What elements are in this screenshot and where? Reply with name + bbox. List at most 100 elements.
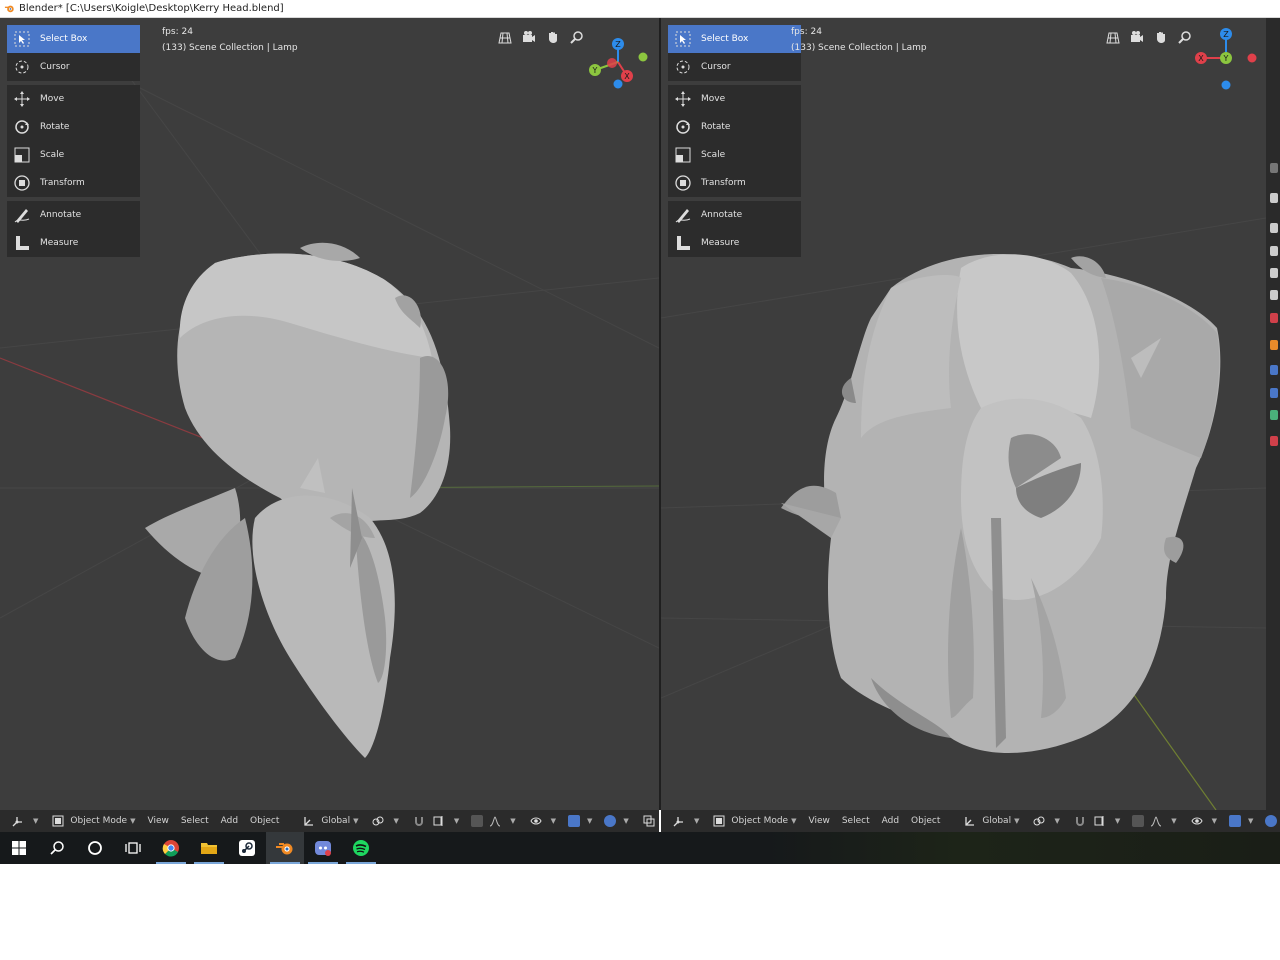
discord-icon[interactable] — [304, 832, 342, 864]
annotate-icon — [12, 205, 32, 225]
chrome-icon[interactable] — [152, 832, 190, 864]
head-model-right[interactable] — [781, 254, 1221, 753]
camera-icon[interactable] — [519, 27, 539, 47]
grid-view-icon[interactable] — [1103, 27, 1123, 47]
properties-strip[interactable] — [1266, 18, 1280, 810]
menu-view[interactable]: View — [808, 816, 829, 826]
axis-gizmo-right[interactable]: Z X Y — [1191, 24, 1261, 94]
proportional-edit[interactable]: ▼ — [1132, 814, 1177, 828]
viewport-header-right: ▼ Object Mode ▼ View Select Add Object Gl… — [661, 810, 1280, 832]
xray-icon — [641, 814, 657, 828]
select-box-icon — [12, 29, 32, 49]
scale-icon — [12, 145, 32, 165]
overlay-toggle[interactable]: ▼ — [604, 815, 629, 827]
viewport-left[interactable]: Select Box Cursor Move Rotate Scale Tran… — [0, 18, 659, 810]
snap-target-icon — [1092, 814, 1108, 828]
camera-icon[interactable] — [1127, 27, 1147, 47]
eye-icon — [1189, 814, 1205, 828]
falloff-icon — [487, 814, 503, 828]
search-icon[interactable] — [38, 832, 76, 864]
window-title: Blender* [C:\Users\Koigle\Desktop\Kerry … — [19, 3, 284, 14]
proportional-edit[interactable]: ▼ — [471, 814, 516, 828]
mode-dropdown[interactable]: Object Mode ▼ — [711, 814, 796, 828]
axis-y-label: Y — [592, 66, 598, 75]
visibility-dropdown[interactable]: ▼ — [1189, 814, 1217, 828]
tool-annotate[interactable]: Annotate — [668, 201, 801, 229]
orientation-label: Global — [982, 816, 1012, 826]
snap-toggle[interactable]: ▼ — [1072, 814, 1120, 828]
task-view-icon[interactable] — [114, 832, 152, 864]
pivot-dropdown[interactable]: ▼ — [1031, 814, 1060, 828]
gizmo-toggle[interactable]: ▼ — [568, 815, 592, 827]
tool-label: Scale — [40, 150, 65, 160]
measure-icon — [673, 233, 693, 253]
menu-object[interactable]: Object — [911, 816, 940, 826]
move-icon — [673, 89, 693, 109]
orientation-label: Global — [321, 816, 351, 826]
tool-label: Measure — [40, 238, 79, 248]
tool-rotate[interactable]: Rotate — [7, 113, 140, 141]
orientation-dropdown[interactable]: Global ▼ — [962, 814, 1019, 828]
pivot-dropdown[interactable]: ▼ — [370, 814, 399, 828]
window-titlebar: Blender* [C:\Users\Koigle\Desktop\Kerry … — [0, 0, 1280, 18]
axis-gizmo-left[interactable]: Z Y X — [585, 36, 655, 106]
fps-readout: fps: 24 — [162, 27, 193, 37]
tool-label: Move — [701, 94, 726, 104]
tool-label: Cursor — [701, 62, 731, 72]
pan-hand-icon[interactable] — [1151, 27, 1171, 47]
editor-type-icon — [10, 814, 26, 828]
steam-icon[interactable] — [228, 832, 266, 864]
editor-type-dropdown[interactable]: ▼ — [671, 814, 699, 828]
transform-orientation-icon — [962, 814, 978, 828]
menu-object[interactable]: Object — [250, 816, 279, 826]
mode-dropdown[interactable]: Object Mode ▼ — [50, 814, 135, 828]
overlay-toggle[interactable]: ▼ — [1265, 815, 1280, 827]
pan-hand-icon[interactable] — [543, 27, 563, 47]
grid-view-icon[interactable] — [495, 27, 515, 47]
blender-icon[interactable] — [266, 832, 304, 864]
tool-label: Transform — [701, 178, 746, 188]
tool-select-box[interactable]: Select Box — [7, 25, 140, 53]
tool-cursor[interactable]: Cursor — [668, 53, 801, 81]
cursor-icon — [673, 57, 693, 77]
head-model-left[interactable] — [145, 242, 451, 758]
tool-scale[interactable]: Scale — [7, 141, 140, 169]
xray-toggle[interactable] — [641, 814, 659, 828]
tool-rotate[interactable]: Rotate — [668, 113, 801, 141]
tool-transform[interactable]: Transform — [668, 169, 801, 197]
tool-transform[interactable]: Transform — [7, 169, 140, 197]
tool-move[interactable]: Move — [7, 85, 140, 113]
editor-type-dropdown[interactable]: ▼ — [10, 814, 38, 828]
spotify-icon[interactable] — [342, 832, 380, 864]
tool-measure[interactable]: Measure — [7, 229, 140, 257]
annotate-icon — [673, 205, 693, 225]
snap-toggle[interactable]: ▼ — [411, 814, 459, 828]
nav-buttons-left — [495, 27, 587, 47]
viewport-right[interactable]: Select Box Cursor Move Rotate Scale Tran… — [661, 18, 1266, 810]
visibility-dropdown[interactable]: ▼ — [528, 814, 556, 828]
tool-annotate[interactable]: Annotate — [7, 201, 140, 229]
tool-label: Cursor — [40, 62, 70, 72]
gizmo-toggle[interactable]: ▼ — [1229, 815, 1253, 827]
tool-select-box[interactable]: Select Box — [668, 25, 801, 53]
viewport-info-left: fps: 24 (133) Scene Collection | Lamp — [162, 24, 298, 56]
windows-start-icon[interactable] — [0, 832, 38, 864]
menu-view[interactable]: View — [147, 816, 168, 826]
tool-label: Rotate — [701, 122, 731, 132]
zoom-icon[interactable] — [567, 27, 587, 47]
file-explorer-icon[interactable] — [190, 832, 228, 864]
tool-cursor[interactable]: Cursor — [7, 53, 140, 81]
cortana-icon[interactable] — [76, 832, 114, 864]
menu-add[interactable]: Add — [882, 816, 899, 826]
tool-scale[interactable]: Scale — [668, 141, 801, 169]
menu-select[interactable]: Select — [842, 816, 870, 826]
orientation-dropdown[interactable]: Global ▼ — [301, 814, 358, 828]
tool-measure[interactable]: Measure — [668, 229, 801, 257]
menu-add[interactable]: Add — [221, 816, 238, 826]
nav-buttons-right — [1103, 27, 1195, 47]
menu-select[interactable]: Select — [181, 816, 209, 826]
transform-icon — [673, 173, 693, 193]
tool-move[interactable]: Move — [668, 85, 801, 113]
select-box-icon — [673, 29, 693, 49]
magnet-icon — [1072, 814, 1088, 828]
